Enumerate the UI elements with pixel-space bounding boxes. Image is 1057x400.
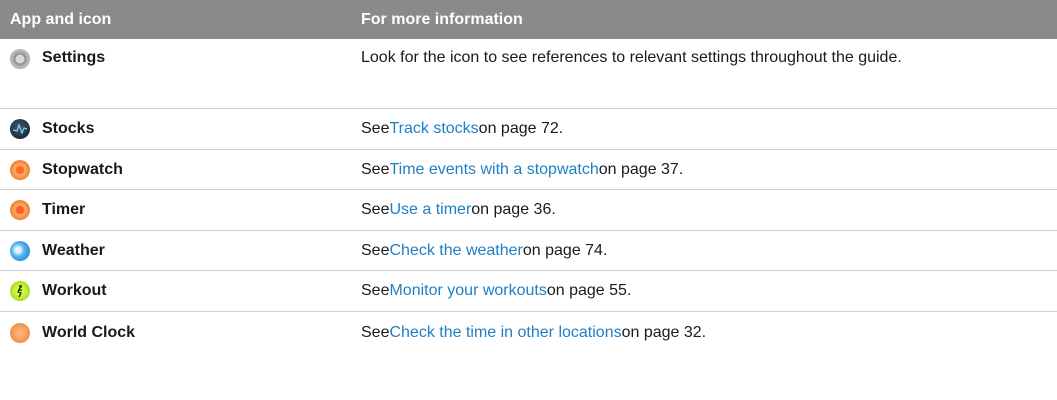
- table-header: App and icon For more information: [0, 0, 1057, 39]
- workouts-link[interactable]: Monitor your workouts: [389, 279, 546, 303]
- track-stocks-link[interactable]: Track stocks: [389, 117, 478, 141]
- settings-icon: [10, 49, 30, 69]
- table-row-world-clock: World Clock See Check the time in other …: [0, 312, 1057, 354]
- app-name: Weather: [42, 241, 105, 259]
- header-for-more-information: For more information: [361, 10, 523, 28]
- app-reference-table: App and icon For more information Settin…: [0, 0, 1057, 354]
- table-row-stopwatch: Stopwatch See Time events with a stopwat…: [0, 150, 1057, 190]
- app-name: Timer: [42, 201, 86, 218]
- app-name: Stopwatch: [42, 160, 123, 178]
- weather-icon: [10, 240, 30, 261]
- table-row-settings: Settings Look for the icon to see refere…: [0, 39, 1057, 109]
- workout-icon: [10, 281, 30, 301]
- table-row-workout: Workout See Monitor your workouts on pag…: [0, 271, 1057, 312]
- app-name: Workout: [42, 282, 107, 299]
- info-text: Look for the icon to see references to r…: [361, 49, 902, 66]
- world-clock-icon: [10, 323, 30, 343]
- stopwatch-link[interactable]: Time events with a stopwatch: [389, 158, 598, 182]
- stocks-icon: [10, 119, 30, 139]
- timer-icon: [10, 200, 30, 220]
- app-name: World Clock: [42, 324, 136, 341]
- world-clock-link[interactable]: Check the time in other locations: [389, 321, 621, 345]
- stopwatch-icon: [10, 159, 30, 180]
- table-row-stocks: Stocks See Track stocks on page 72.: [0, 109, 1057, 150]
- table-row-timer: Timer See Use a timer on page 36.: [0, 190, 1057, 231]
- timer-link[interactable]: Use a timer: [389, 198, 471, 222]
- header-app-and-icon: App and icon: [10, 10, 112, 28]
- app-name: Stocks: [42, 120, 95, 137]
- table-row-weather: Weather See Check the weather on page 74…: [0, 231, 1057, 271]
- weather-link[interactable]: Check the weather: [389, 239, 522, 263]
- app-name: Settings: [42, 49, 106, 66]
